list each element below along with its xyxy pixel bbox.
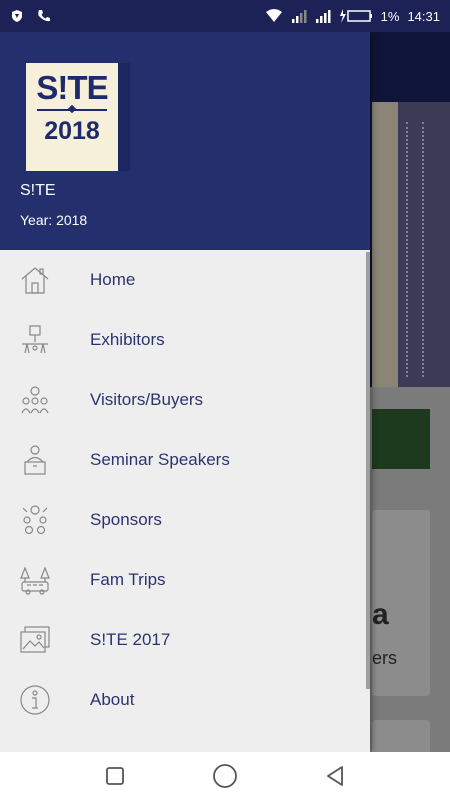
- back-button[interactable]: [315, 756, 355, 796]
- status-bar: 1% 14:31: [0, 0, 450, 32]
- menu-item-visitors-buyers[interactable]: Visitors/Buyers: [0, 370, 370, 430]
- screen: 1% 14:31 a ers S!TE 2018 S!TE Year: 2018: [0, 0, 450, 800]
- background-banner-paper: [372, 102, 398, 387]
- menu-item-home[interactable]: Home: [0, 250, 370, 310]
- menu-label-visitors-buyers: Visitors/Buyers: [90, 390, 204, 409]
- logo-side-strip: [118, 63, 130, 171]
- menu-item-seminar-speakers[interactable]: Seminar Speakers: [0, 430, 370, 490]
- menu-label-sponsors: Sponsors: [90, 510, 162, 529]
- visitors-icon: [17, 382, 53, 418]
- menu-label-about: About: [90, 690, 135, 709]
- sponsors-icon: [17, 502, 53, 538]
- background-card-glyph: a: [372, 598, 389, 631]
- menu-label-exhibitors: Exhibitors: [90, 330, 165, 349]
- speaker-icon: [17, 442, 53, 478]
- background-pattern: [406, 122, 424, 377]
- menu-item-sponsors[interactable]: Sponsors: [0, 490, 370, 550]
- logo-divider: [37, 109, 107, 111]
- gallery-icon: [17, 622, 53, 658]
- menu-label-fam-trips: Fam Trips: [90, 570, 166, 589]
- wifi-icon: [265, 9, 283, 23]
- site-logo: S!TE 2018: [26, 63, 118, 171]
- fam-trips-icon: [17, 562, 53, 598]
- logo-title: S!TE: [36, 69, 108, 106]
- home-icon: [17, 262, 53, 298]
- logo-year: 2018: [44, 117, 100, 145]
- menu-label-site-2017: S!TE 2017: [90, 630, 171, 649]
- battery-level: 1%: [380, 8, 400, 24]
- phone-icon: [36, 8, 52, 24]
- battery-charging-icon: [339, 9, 373, 23]
- background-green-button: [372, 409, 430, 469]
- exhibitors-icon: [17, 322, 53, 358]
- menu-item-site-2017[interactable]: S!TE 2017: [0, 610, 370, 670]
- menu-item-fam-trips[interactable]: Fam Trips: [0, 550, 370, 610]
- app-name: S!TE: [20, 182, 56, 199]
- menu-label-seminar-speakers: Seminar Speakers: [90, 450, 230, 469]
- shield-icon: [10, 9, 24, 23]
- menu-item-exhibitors[interactable]: Exhibitors: [0, 310, 370, 370]
- signal-icon-2: [315, 9, 331, 23]
- signal-icon: [291, 9, 307, 23]
- drawer-scrollbar[interactable]: [366, 252, 370, 689]
- drawer-header: S!TE 2018 S!TE Year: 2018: [0, 32, 370, 250]
- info-icon: [17, 682, 53, 718]
- drawer-menu: Home Exhibitors Visitors/Buyers Seminar …: [0, 250, 370, 730]
- menu-item-about[interactable]: About: [0, 670, 370, 730]
- navigation-bar: [0, 752, 450, 800]
- navigation-drawer: S!TE 2018 S!TE Year: 2018 Home Exhibitor…: [0, 32, 370, 752]
- menu-label-home: Home: [90, 270, 136, 289]
- app-year: Year: 2018: [20, 212, 88, 228]
- home-button[interactable]: [205, 756, 245, 796]
- recent-apps-button[interactable]: [95, 756, 135, 796]
- background-card-text: ers: [372, 648, 398, 668]
- clock: 14:31: [407, 8, 440, 24]
